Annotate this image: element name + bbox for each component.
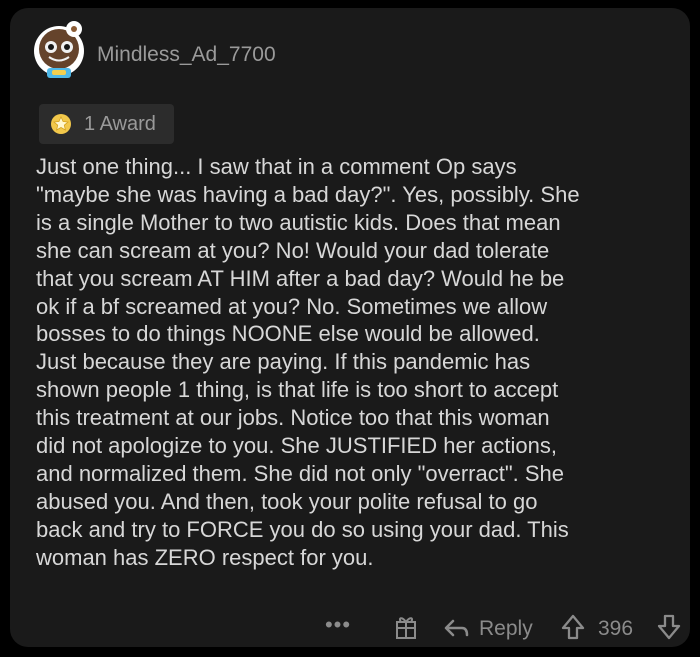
comment-body: Just one thing... I saw that in a commen… xyxy=(36,154,580,570)
reply-button[interactable]: Reply xyxy=(442,612,542,646)
reply-label: Reply xyxy=(479,617,533,640)
comment-card: Mindless_Ad_7700 1 Award Just one thing.… xyxy=(10,8,690,647)
upvote-arrow-icon xyxy=(561,614,585,640)
upvote-button[interactable] xyxy=(558,612,588,646)
username[interactable]: Mindless_Ad_7700 xyxy=(97,43,276,67)
gift-icon xyxy=(396,617,416,639)
more-options-button[interactable]: ••• xyxy=(323,612,353,646)
downvote-arrow-icon xyxy=(657,614,681,640)
reply-arrow-icon xyxy=(444,619,469,637)
downvote-button[interactable] xyxy=(654,612,684,646)
vote-score: 396 xyxy=(598,617,634,640)
award-icon xyxy=(49,112,73,136)
bottom-divider xyxy=(0,651,700,657)
award-chip[interactable]: 1 Award xyxy=(39,104,174,144)
gift-button[interactable] xyxy=(390,612,422,646)
snoo-avatar-icon xyxy=(34,21,84,78)
avatar[interactable] xyxy=(30,18,88,84)
award-label: 1 Award xyxy=(84,113,156,135)
